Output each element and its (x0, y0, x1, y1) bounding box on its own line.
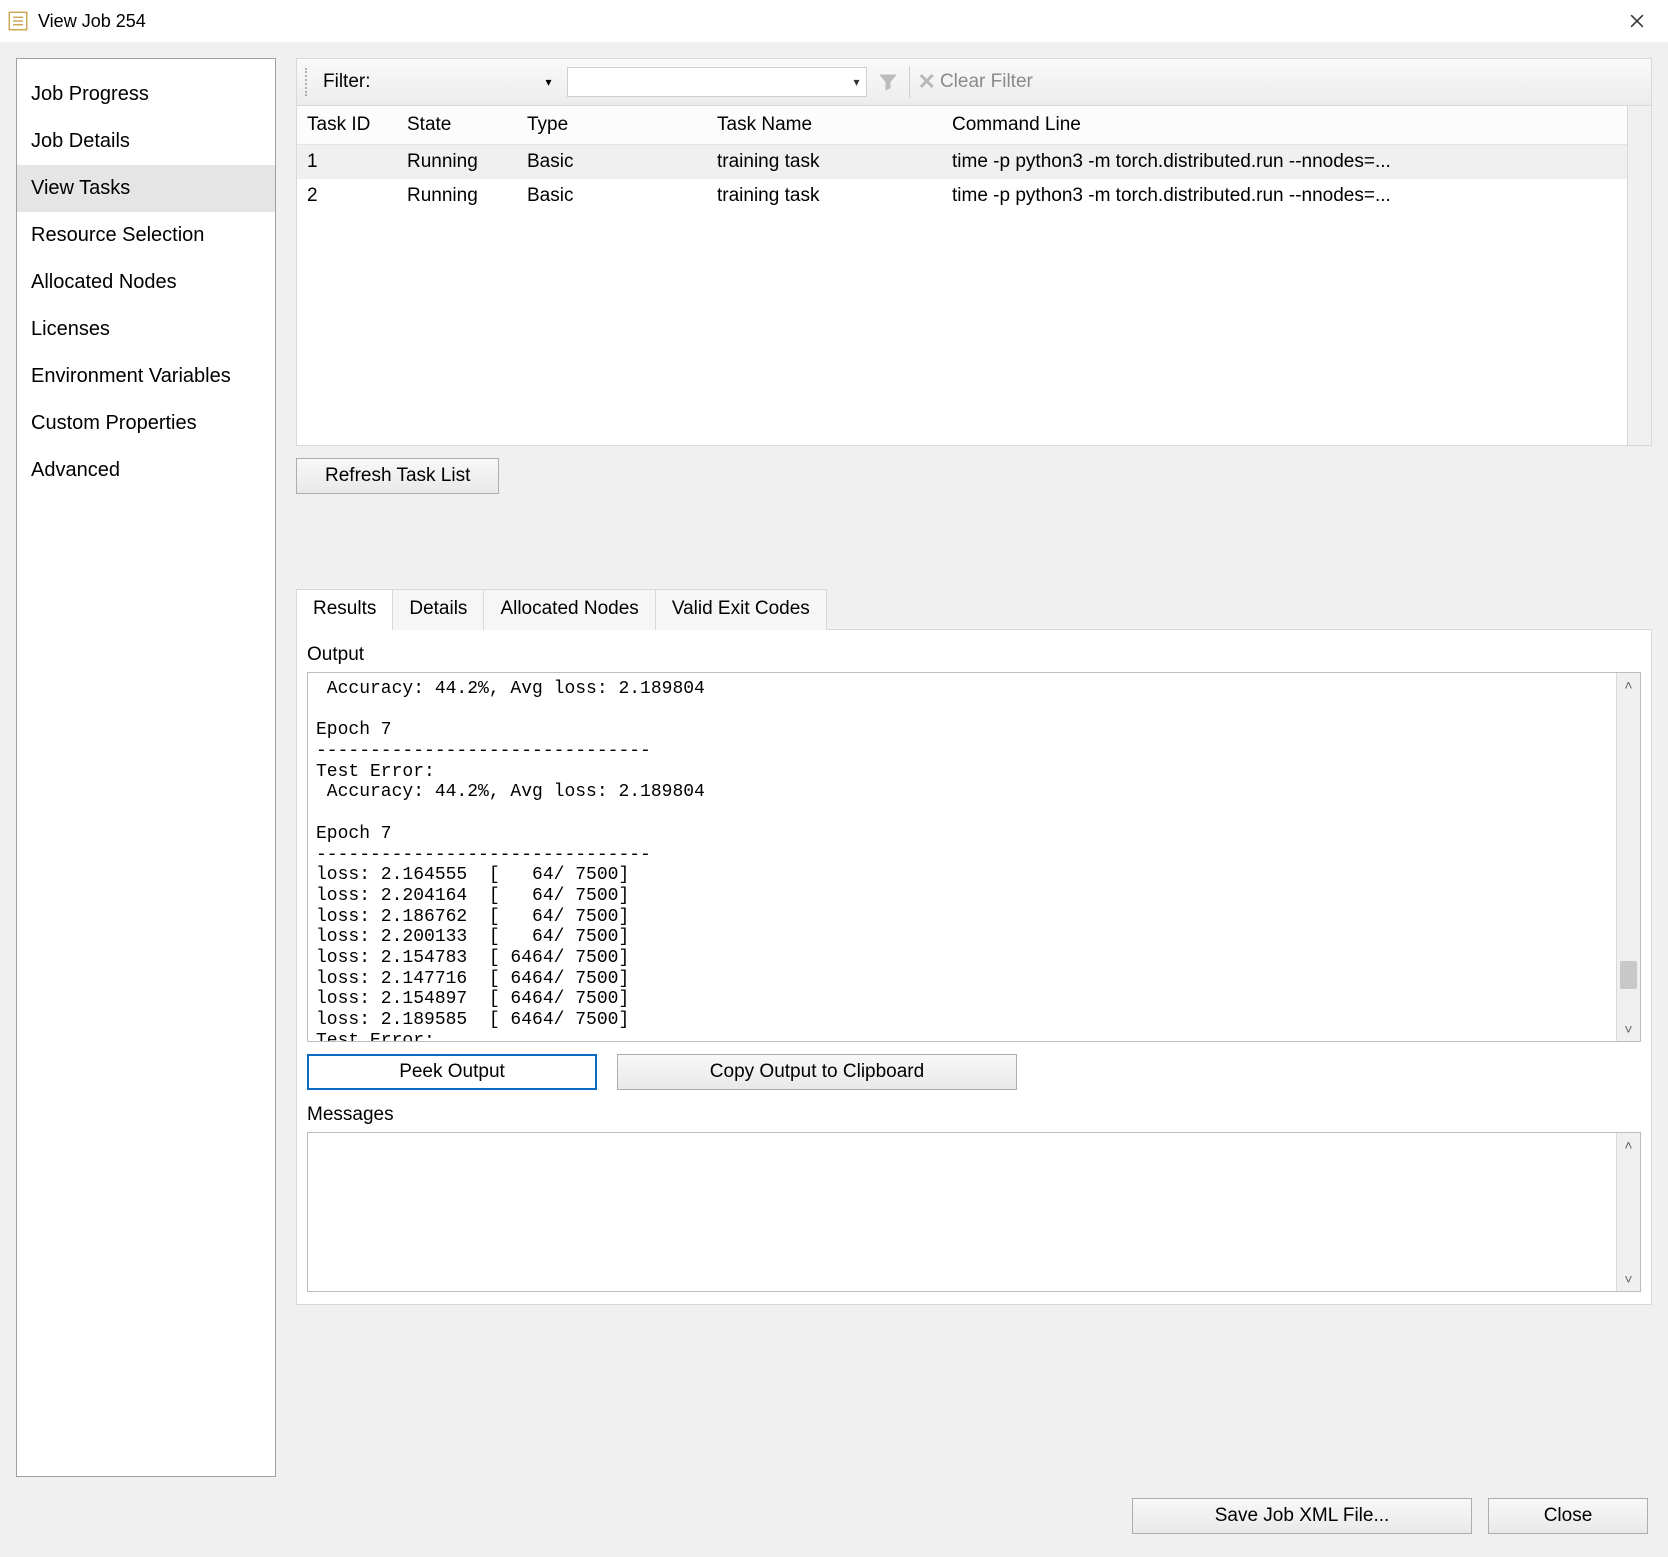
table-row[interactable]: 2 Running Basic training task time -p py… (297, 179, 1651, 213)
tab-valid-exit-codes[interactable]: Valid Exit Codes (655, 589, 827, 630)
sidebar-item-job-details[interactable]: Job Details (17, 118, 275, 165)
dialog-footer: Save Job XML File... Close (16, 1485, 1652, 1547)
col-task-name[interactable]: Task Name (707, 106, 942, 145)
sidebar-item-label: Job Details (31, 130, 130, 152)
cell-task-id: 1 (297, 145, 397, 180)
sidebar-item-view-tasks[interactable]: View Tasks (17, 165, 275, 212)
clear-filter-button[interactable]: ✕ Clear Filter (918, 69, 1033, 95)
sidebar-item-licenses[interactable]: Licenses (17, 306, 275, 353)
sidebar-item-label: Allocated Nodes (31, 271, 177, 293)
cell-state: Running (397, 179, 517, 213)
cell-type: Basic (517, 145, 707, 180)
sidebar-item-advanced[interactable]: Advanced (17, 447, 275, 494)
filter-value-combo[interactable]: ▾ (567, 67, 867, 97)
save-job-xml-button[interactable]: Save Job XML File... (1132, 1498, 1472, 1534)
messages-textbox[interactable]: ˄ ˅ (307, 1132, 1641, 1292)
sidebar-item-label: Licenses (31, 318, 110, 340)
sidebar-item-job-progress[interactable]: Job Progress (17, 71, 275, 118)
sidebar-item-label: Advanced (31, 459, 120, 481)
close-button[interactable]: Close (1488, 1498, 1648, 1534)
messages-label: Messages (307, 1104, 1641, 1126)
cell-command-line: time -p python3 -m torch.distributed.run… (942, 145, 1651, 180)
cell-type: Basic (517, 179, 707, 213)
col-type[interactable]: Type (517, 106, 707, 145)
cell-state: Running (397, 145, 517, 180)
filter-toolbar: Filter: ▾ ▾ ✕ Clear Filter (296, 58, 1652, 106)
cell-task-name: training task (707, 145, 942, 180)
toolbar-separator (909, 66, 910, 98)
sidebar-item-label: Custom Properties (31, 412, 197, 434)
scroll-up-icon[interactable]: ˄ (1617, 673, 1640, 697)
window-close-button[interactable] (1614, 6, 1660, 36)
table-row[interactable]: 1 Running Basic training task time -p py… (297, 145, 1651, 180)
messages-scrollbar[interactable]: ˄ ˅ (1616, 1133, 1640, 1291)
window-title: View Job 254 (38, 11, 1614, 32)
sidebar-item-environment-variables[interactable]: Environment Variables (17, 353, 275, 400)
task-grid[interactable]: Task ID State Type Task Name Command Lin… (296, 106, 1652, 446)
output-scrollbar[interactable]: ˄ ˅ (1616, 673, 1640, 1041)
tab-results[interactable]: Results (296, 589, 393, 630)
scroll-up-icon[interactable]: ˄ (1617, 1133, 1640, 1157)
copy-output-button[interactable]: Copy Output to Clipboard (617, 1054, 1017, 1090)
output-label: Output (307, 644, 1641, 666)
toolbar-grip (305, 68, 311, 96)
x-icon: ✕ (918, 69, 936, 95)
app-icon (8, 11, 28, 31)
sidebar-item-custom-properties[interactable]: Custom Properties (17, 400, 275, 447)
sidebar-item-label: Job Progress (31, 83, 149, 105)
chevron-down-icon: ▾ (853, 75, 859, 89)
sidebar-item-label: Environment Variables (31, 365, 231, 387)
output-textbox[interactable]: Accuracy: 44.2%, Avg loss: 2.189804 Epoc… (307, 672, 1641, 1042)
scroll-down-icon[interactable]: ˅ (1617, 1017, 1640, 1041)
refresh-task-list-button[interactable]: Refresh Task List (296, 458, 499, 494)
tab-allocated-nodes[interactable]: Allocated Nodes (483, 589, 655, 630)
output-text: Accuracy: 44.2%, Avg loss: 2.189804 Epoc… (308, 673, 1640, 1042)
titlebar: View Job 254 (0, 0, 1668, 42)
scroll-thumb[interactable] (1620, 961, 1637, 989)
sidebar-item-allocated-nodes[interactable]: Allocated Nodes (17, 259, 275, 306)
peek-output-button[interactable]: Peek Output (307, 1054, 597, 1090)
sidebar: Job Progress Job Details View Tasks Reso… (16, 58, 276, 1477)
filter-label: Filter: (323, 71, 371, 93)
result-tabs: Results Details Allocated Nodes Valid Ex… (296, 588, 1652, 629)
cell-command-line: time -p python3 -m torch.distributed.run… (942, 179, 1651, 213)
apply-filter-button[interactable] (875, 69, 901, 95)
cell-task-name: training task (707, 179, 942, 213)
sidebar-item-resource-selection[interactable]: Resource Selection (17, 212, 275, 259)
grid-scrollbar[interactable] (1627, 106, 1651, 445)
col-state[interactable]: State (397, 106, 517, 145)
scroll-down-icon[interactable]: ˅ (1617, 1267, 1640, 1291)
clear-filter-label: Clear Filter (940, 71, 1033, 93)
sidebar-item-label: View Tasks (31, 177, 130, 199)
cell-task-id: 2 (297, 179, 397, 213)
chevron-down-icon: ▾ (545, 75, 551, 89)
filter-field-combo[interactable]: ▾ (379, 67, 559, 97)
col-task-id[interactable]: Task ID (297, 106, 397, 145)
results-panel: Output Accuracy: 44.2%, Avg loss: 2.1898… (296, 629, 1652, 1305)
tab-details[interactable]: Details (392, 589, 484, 630)
sidebar-item-label: Resource Selection (31, 224, 204, 246)
col-command-line[interactable]: Command Line (942, 106, 1651, 145)
